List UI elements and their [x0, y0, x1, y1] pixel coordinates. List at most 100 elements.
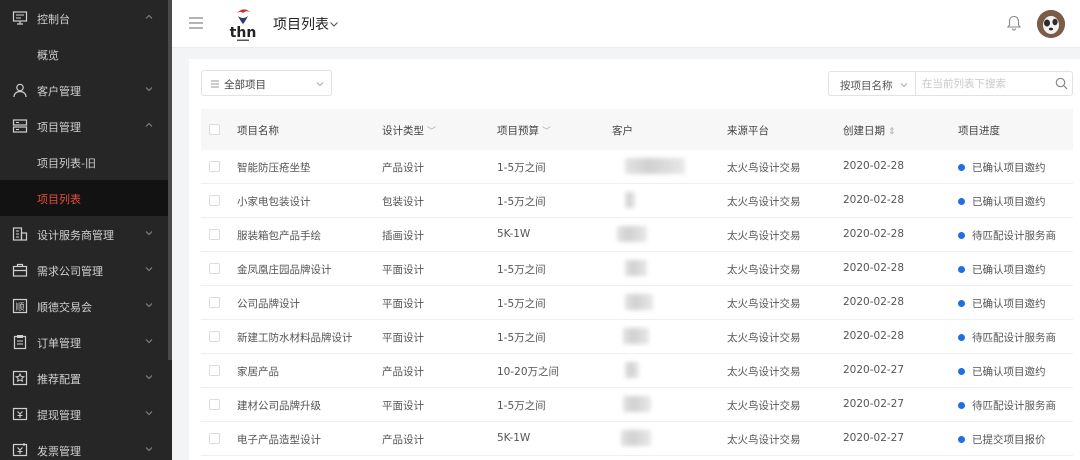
sidebar-item-console[interactable]: 控制台	[0, 0, 168, 36]
row-checkbox[interactable]	[209, 161, 220, 172]
status-dot-icon	[958, 198, 965, 205]
created-date: 2020-02-27	[843, 364, 905, 376]
user-icon	[12, 82, 28, 98]
budget: 10-20万之间	[497, 366, 560, 378]
chevron-down-icon[interactable]	[328, 18, 340, 30]
table-row[interactable]: 建材公司品牌升级 平面设计 1-5万之间 太火鸟设计交易 2020-02-27 待匹配设计…	[201, 388, 1073, 422]
column-header-label: 项目进度	[958, 125, 1000, 137]
table-row[interactable]: 服装箱包产品手绘 插画设计 5K-1W 太火鸟设计交易 2020-02-28 待匹配设计服…	[201, 218, 1073, 252]
customer-blurred	[625, 158, 685, 174]
row-checkbox[interactable]	[209, 297, 220, 308]
design-type: 插画设计	[382, 230, 424, 242]
sidebar-item-invoices[interactable]: 发票管理	[0, 432, 168, 460]
column-header-budget[interactable]: 项目预算 ﹀	[497, 123, 551, 138]
sidebar-item-projects[interactable]: 项目管理	[0, 108, 168, 144]
row-checkbox[interactable]	[209, 331, 220, 342]
row-checkbox[interactable]	[209, 195, 220, 206]
project-status: 待匹配设计服务商	[972, 230, 1056, 242]
design-type: 平面设计	[382, 332, 424, 344]
sidebar-item-label: 订单管理	[37, 337, 81, 350]
row-checkbox[interactable]	[209, 263, 220, 274]
row-checkbox[interactable]	[209, 399, 220, 410]
project-name[interactable]: 家居产品	[237, 364, 279, 379]
table-row[interactable]: 新建工防水材料品牌设计 平面设计 1-5万之间 太火鸟设计交易 2020-02-28 待匹…	[201, 320, 1073, 354]
project-name[interactable]: 公司品牌设计	[237, 296, 300, 311]
sidebar-item-recommend-config[interactable]: 推荐配置	[0, 360, 168, 396]
status-dot-icon	[958, 368, 965, 375]
building-icon	[12, 226, 28, 242]
search-field-select[interactable]: 按项目名称	[828, 71, 915, 96]
row-checkbox[interactable]	[209, 433, 220, 444]
row-checkbox[interactable]	[209, 229, 220, 240]
brand-logo[interactable]: thn	[226, 4, 260, 44]
project-name[interactable]: 新建工防水材料品牌设计	[237, 330, 353, 345]
budget: 1-5万之间	[497, 264, 546, 276]
source-platform: 太火鸟设计交易	[727, 196, 801, 208]
avatar[interactable]	[1037, 10, 1065, 38]
sidebar-item-label: 设计服务商管理	[37, 229, 114, 242]
select-all-checkbox[interactable]	[209, 124, 220, 135]
sidebar-scrollbar[interactable]	[168, 0, 172, 360]
project-name[interactable]: 智能防压疮坐垫	[237, 160, 311, 175]
sidebar-item-shunde-fair[interactable]: 顺 顺德交易会	[0, 288, 168, 324]
sidebar-item-design-providers[interactable]: 设计服务商管理	[0, 216, 168, 252]
customer-blurred	[625, 294, 653, 310]
chevron-down-icon	[143, 335, 155, 347]
budget: 1-5万之间	[497, 298, 546, 310]
table-row[interactable]: 公司品牌设计 平面设计 1-5万之间 太火鸟设计交易 2020-02-28 已确认项目邀约	[201, 286, 1073, 320]
chevron-up-icon	[143, 11, 155, 23]
sidebar-item-withdraw[interactable]: 提现管理	[0, 396, 168, 432]
table-row[interactable]: 家居产品 产品设计 10-20万之间 太火鸟设计交易 2020-02-27 已确认项目邀约	[201, 354, 1073, 388]
top-header: thn 项目列表	[172, 0, 1080, 48]
customer-blurred	[623, 328, 649, 344]
project-name[interactable]: 金凤凰庄园品牌设计	[237, 262, 332, 277]
sidebar-item-label: 需求公司管理	[37, 265, 103, 278]
sidebar-item-orders[interactable]: 订单管理	[0, 324, 168, 360]
created-date: 2020-02-28	[843, 160, 905, 172]
status-dot-icon	[958, 164, 965, 171]
project-name[interactable]: 小家电包装设计	[237, 194, 311, 209]
column-header-type[interactable]: 设计类型 ﹀	[382, 123, 436, 138]
budget: 5K-1W	[497, 432, 531, 444]
table-row[interactable]: 小家电包装设计 包装设计 1-5万之间 太火鸟设计交易 2020-02-28 已确认项目邀…	[201, 184, 1073, 218]
source-platform: 太火鸟设计交易	[727, 366, 801, 378]
table-row[interactable]: 金凤凰庄园品牌设计 平面设计 1-5万之间 太火鸟设计交易 2020-02-28 已确认项…	[201, 252, 1073, 286]
sidebar-item-label: 提现管理	[37, 409, 81, 422]
sidebar-item-demand-companies[interactable]: 需求公司管理	[0, 252, 168, 288]
page-title[interactable]: 项目列表	[273, 14, 329, 34]
invoice-icon	[12, 442, 28, 458]
chevron-down-icon: ﹀	[542, 127, 552, 137]
project-status: 已确认项目邀约	[972, 366, 1046, 378]
project-name[interactable]: 服装箱包产品手绘	[237, 228, 321, 243]
sidebar-item-label: 项目列表	[37, 193, 81, 206]
filter-label: 全部项目	[224, 79, 266, 91]
table-row[interactable]: 电子产品造型设计 产品设计 5K-1W 太火鸟设计交易 2020-02-27 已提交项目报…	[201, 422, 1073, 456]
column-header-customer: 客户	[612, 123, 633, 138]
column-header-label: 项目名称	[237, 125, 279, 137]
project-name[interactable]: 电子产品造型设计	[237, 432, 321, 447]
sidebar-subitem-project-list[interactable]: 项目列表	[0, 180, 168, 216]
project-status: 已确认项目邀约	[972, 196, 1046, 208]
sidebar-subitem-overview[interactable]: 概览	[0, 36, 168, 72]
budget: 1-5万之间	[497, 162, 546, 174]
status-dot-icon	[958, 300, 965, 307]
menu-icon[interactable]	[188, 15, 204, 31]
bell-icon[interactable]	[1005, 14, 1023, 32]
chevron-down-icon	[143, 371, 155, 383]
column-header-status: 项目进度	[958, 123, 1000, 138]
chevron-down-icon	[143, 443, 155, 455]
search-input[interactable]	[915, 71, 1073, 96]
sidebar-item-customers[interactable]: 客户管理	[0, 72, 168, 108]
sidebar-subitem-project-list-old[interactable]: 项目列表-旧	[0, 144, 168, 180]
column-header-date[interactable]: 创建日期 ⇕	[843, 123, 896, 138]
status-dot-icon	[958, 266, 965, 273]
source-platform: 太火鸟设计交易	[727, 400, 801, 412]
created-date: 2020-02-28	[843, 228, 905, 240]
table-row[interactable]: 智能防压疮坐垫 产品设计 1-5万之间 太火鸟设计交易 2020-02-28 已确认项目邀…	[201, 150, 1073, 184]
search-icon[interactable]	[1055, 77, 1068, 90]
row-checkbox[interactable]	[209, 365, 220, 376]
project-name[interactable]: 建材公司品牌升级	[237, 398, 321, 413]
project-filter-dropdown[interactable]: 全部项目	[201, 70, 332, 96]
chevron-up-icon	[143, 119, 155, 131]
chevron-down-icon	[143, 83, 155, 95]
